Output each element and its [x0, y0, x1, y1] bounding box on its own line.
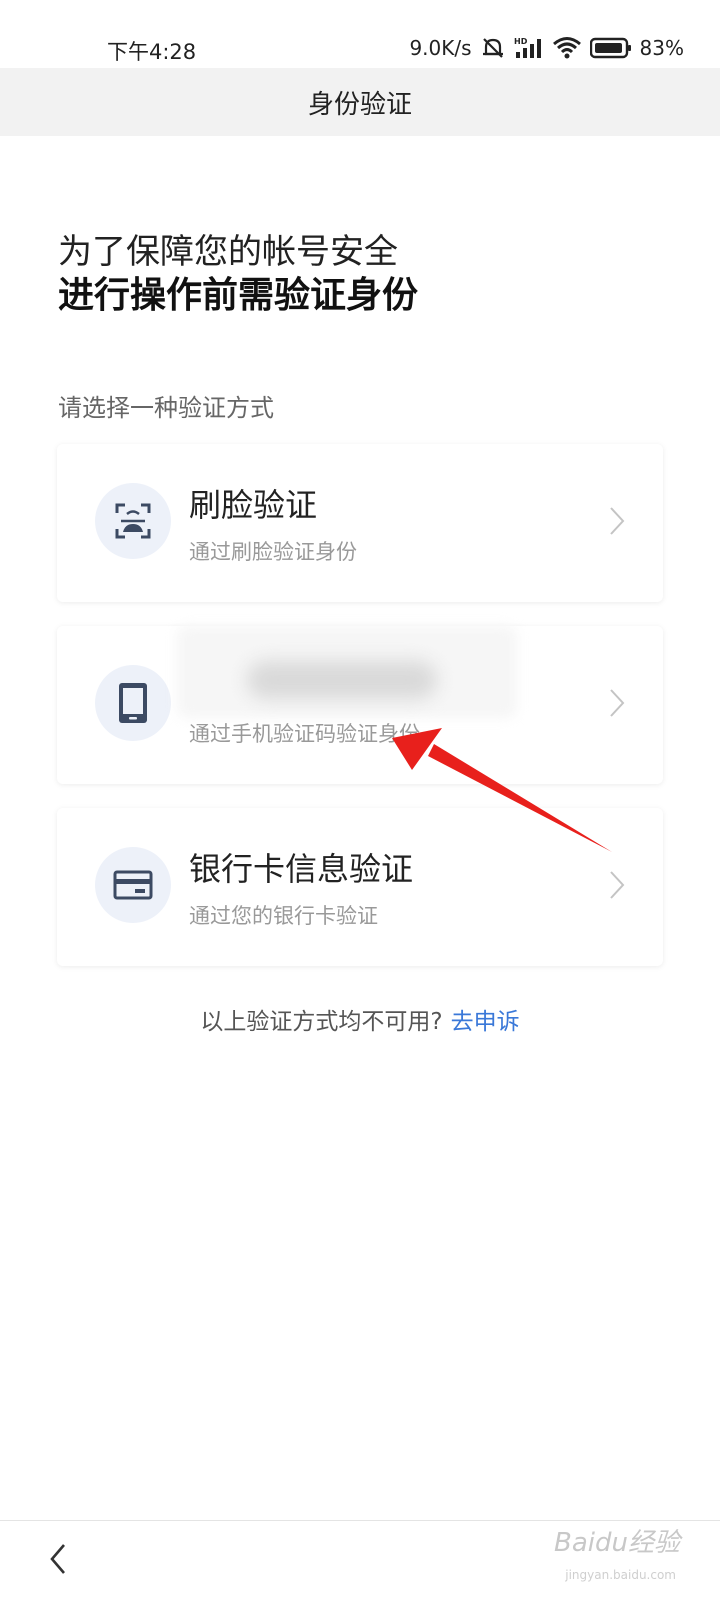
status-bar: 下午4:28 9.0K/s HD 83% — [0, 0, 720, 68]
appeal-link[interactable]: 去申诉 — [451, 1009, 520, 1035]
option-subtitle: 通过刷脸验证身份 — [189, 540, 357, 564]
status-icons: 9.0K/s HD 83% — [409, 36, 684, 60]
appeal-line: 以上验证方式均不可用? 去申诉 — [0, 1002, 720, 1036]
svg-text:HD: HD — [514, 37, 528, 46]
option-face-verification[interactable]: 刷脸验证 通过刷脸验证身份 — [57, 444, 663, 602]
method-prompt: 请选择一种验证方式 — [58, 394, 274, 422]
watermark-brand: Baidu经验 — [554, 1528, 680, 1558]
chevron-right-icon — [609, 688, 625, 722]
headline-line-2: 进行操作前需验证身份 — [58, 275, 419, 316]
wifi-icon — [552, 36, 582, 60]
page-title: 身份验证 — [307, 89, 412, 120]
option-subtitle: 通过手机验证码验证身份 — [189, 722, 420, 746]
battery-icon — [589, 37, 632, 59]
chevron-right-icon — [609, 870, 625, 904]
signal-icon: HD — [514, 36, 544, 60]
face-scan-icon — [95, 483, 171, 559]
option-phone-verification[interactable]: 通过手机验证码验证身份 — [57, 626, 663, 784]
nav-bar: 身份验证 — [0, 68, 720, 136]
bank-card-icon — [95, 847, 171, 923]
network-speed: 9.0K/s — [409, 36, 472, 60]
option-title: 刷脸验证 — [189, 486, 318, 524]
status-time: 下午4:28 — [107, 40, 197, 64]
mute-bell-icon — [480, 36, 506, 60]
battery-percentage: 83% — [639, 36, 684, 60]
option-title: 银行卡信息验证 — [189, 850, 414, 888]
redacted-title-blur — [247, 661, 437, 699]
option-bank-card-verification[interactable]: 银行卡信息验证 通过您的银行卡验证 — [57, 808, 663, 966]
chevron-right-icon — [609, 506, 625, 540]
back-icon[interactable] — [40, 1539, 80, 1579]
phone-icon — [95, 665, 171, 741]
option-subtitle: 通过您的银行卡验证 — [189, 904, 378, 928]
watermark-url: jingyan.baidu.com — [565, 1568, 676, 1582]
appeal-text: 以上验证方式均不可用? — [200, 1009, 443, 1035]
